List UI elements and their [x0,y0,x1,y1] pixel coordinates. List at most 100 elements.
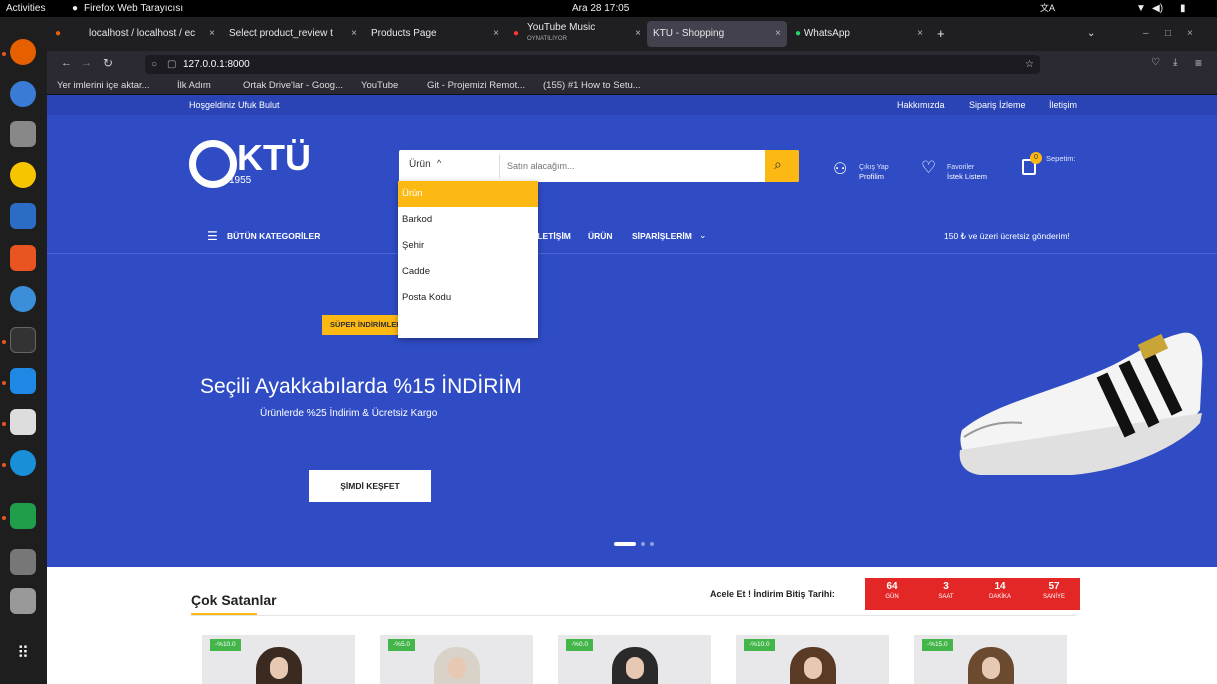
app-name[interactable]: Firefox Web Tarayıcısı [84,0,183,17]
user-icon[interactable]: ⚇ [833,159,847,179]
profile-link[interactable]: Profilim [859,172,884,181]
option-street[interactable]: Cadde [398,259,538,285]
reload-icon[interactable]: ↻ [103,56,113,70]
trash-icon[interactable] [10,588,36,614]
files-icon[interactable] [10,121,36,147]
close-icon[interactable]: × [635,21,641,47]
menu-icon[interactable]: ≡ [1195,56,1202,70]
product-card[interactable]: -%5.0 [380,635,533,684]
hero-subtitle: Ürünlerde %25 İndirim & Ücretsiz Kargo [260,408,438,419]
close-icon[interactable]: × [209,21,215,47]
clock[interactable]: Ara 28 17:05 [572,0,629,17]
slider-dot[interactable] [641,542,645,546]
vscode-icon[interactable] [10,368,36,394]
option-postal-code[interactable]: Posta Kodu [398,285,538,311]
writer-icon[interactable] [10,203,36,229]
heart-icon[interactable]: ♡ [921,158,936,178]
tab-phpmyadmin[interactable]: localhost / localhost / ec × [83,21,221,47]
nav-orders[interactable]: SİPARİŞLERİM [632,231,692,241]
terminal-icon[interactable] [10,327,36,353]
bookmark-drive[interactable]: Ortak Drive'lar - Goog... [243,77,343,95]
url-text[interactable]: 127.0.0.1:8000 [183,55,250,74]
slider-dot-active[interactable] [614,542,636,546]
app-center-icon[interactable] [10,245,36,271]
close-window-icon[interactable]: × [1181,21,1199,47]
logout-link[interactable]: Çıkış Yap [859,164,889,171]
product-card[interactable]: -%15.0 [914,635,1067,684]
document-viewer-icon[interactable] [10,409,36,435]
link-contact[interactable]: İletişim [1049,95,1077,115]
activities-button[interactable]: Activities [6,0,45,17]
forward-icon[interactable]: → [81,57,92,69]
bookmark-how-to[interactable]: (155) #1 How to Setu... [543,77,641,95]
close-icon[interactable]: × [493,21,499,47]
close-icon[interactable]: × [775,21,781,47]
option-city[interactable]: Şehir [398,233,538,259]
option-barcode[interactable]: Barkod [398,207,538,233]
wishlist-link[interactable]: İstek Listem [947,172,987,181]
firefox-menu-icon[interactable]: ● [49,21,67,47]
bookmark-import[interactable]: Yer imlerini içe aktar... [57,77,150,95]
cart-count-badge: 0 [1030,152,1042,164]
product-card[interactable]: -%10.0 [736,635,889,684]
nav-product[interactable]: ÜRÜN [588,231,613,241]
rhythmbox-icon[interactable] [10,162,36,188]
logo-year: 1955 [229,175,252,186]
shield-icon[interactable]: ○ [151,55,157,74]
all-categories-button[interactable]: BÜTÜN KATEGORİLER [227,231,320,241]
bookmark-first-steps[interactable]: İlk Adım [177,77,211,95]
thunderbird-icon[interactable] [10,81,36,107]
firefox-icon[interactable] [10,39,36,65]
help-icon[interactable] [10,286,36,312]
maximize-icon[interactable]: □ [1159,21,1177,47]
tab-youtube-music[interactable]: ● YouTube Music OYNATILIYOR × [507,21,647,47]
nav-contact[interactable]: İLETİŞİM [535,231,571,241]
page-info-icon[interactable]: ▢ [167,55,176,74]
pocket-icon[interactable]: ♡ [1151,57,1160,68]
discount-badge: -%10.0 [744,639,775,651]
product-image-face [625,657,644,679]
bookmark-star-icon[interactable]: ☆ [1025,55,1034,74]
hero-section: Hoşgeldiniz Ufuk Bulut Hakkımızda Sipari… [47,95,1217,567]
back-icon[interactable]: ← [61,57,72,69]
link-about[interactable]: Hakkımızda [897,95,945,115]
downloads-icon[interactable]: ⤓ [1173,57,1177,68]
link-order-tracking[interactable]: Sipariş İzleme [969,95,1026,115]
product-image-face [803,657,822,679]
tab-whatsapp[interactable]: ● WhatsApp × [789,21,929,47]
option-product[interactable]: Ürün [398,181,538,207]
product-card[interactable]: -%10.0 [202,635,355,684]
new-tab-button[interactable]: + [931,21,951,47]
input-method-icon[interactable]: 文A [1040,0,1055,17]
list-tabs-icon[interactable]: ⌄ [1081,21,1101,47]
product-card[interactable]: -%0.0 [558,635,711,684]
edge-icon[interactable] [10,450,36,476]
favorites-label[interactable]: Favoriler [947,164,974,171]
url-bar[interactable]: ○ ▢ 127.0.0.1:8000 ☆ [145,55,1040,74]
hamburger-icon[interactable]: ☰ [207,229,218,243]
category-select[interactable]: Ürün [409,159,431,170]
slider-dot[interactable] [650,542,654,546]
volume-icon[interactable]: ◀) [1152,0,1163,17]
cart-label[interactable]: Sepetim: [1046,154,1076,163]
ssd-drive-icon[interactable] [10,549,36,575]
shop-now-button[interactable]: ŞİMDİ KEŞFET [309,470,431,502]
chevron-down-icon[interactable]: ⌄ [699,230,707,241]
close-icon[interactable]: × [351,21,357,47]
network-icon[interactable]: ▼ [1136,0,1146,17]
tab-select-review[interactable]: Select product_review t × [223,21,363,47]
tab-products-page[interactable]: Products Page × [365,21,505,47]
calc-icon[interactable] [10,503,36,529]
minimize-icon[interactable]: – [1137,21,1155,47]
chevron-up-icon[interactable]: ^ [437,158,441,168]
battery-icon[interactable]: ▮ [1180,0,1186,17]
category-dropdown: Ürün Barkod Şehir Cadde Posta Kodu [398,181,538,338]
bookmark-git[interactable]: Git - Projemizi Remot... [427,77,525,95]
tab-ktu-shopping[interactable]: KTU - Shopping × [647,21,787,47]
logo-name[interactable]: KTÜ [237,137,311,179]
search-input[interactable] [507,156,757,176]
show-apps-icon[interactable]: ⠿ [10,641,36,667]
bookmark-youtube[interactable]: YouTube [361,77,398,95]
search-button[interactable]: ⌕ [765,150,799,182]
close-icon[interactable]: × [917,21,923,47]
